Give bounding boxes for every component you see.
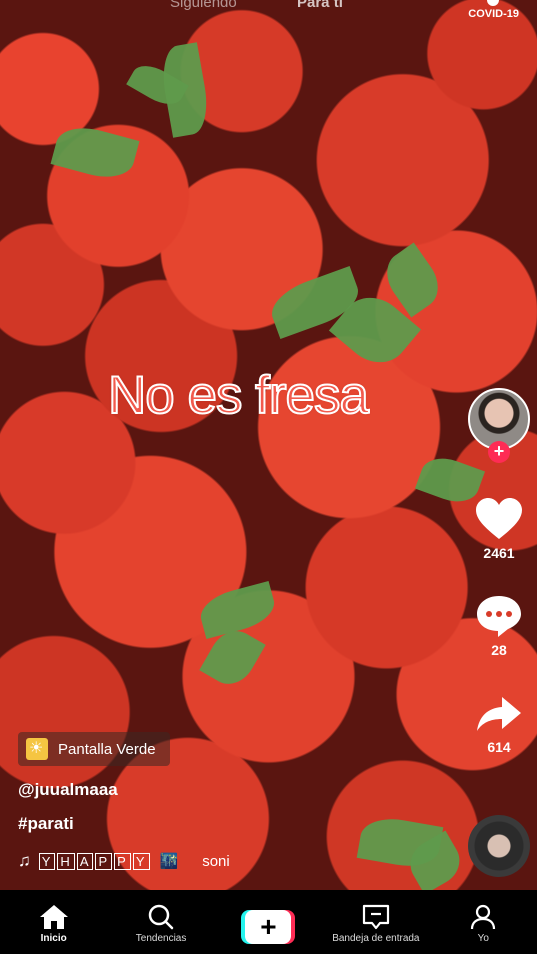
comment-icon (477, 596, 521, 637)
share-count: 614 (487, 739, 511, 755)
video-text-overlay: No es fresa (107, 365, 370, 426)
nav-inbox[interactable]: Bandeja de entrada (322, 890, 429, 944)
effect-icon (26, 738, 48, 760)
music-note-icon: ♫ (18, 851, 31, 870)
music-scroll-text: soni (202, 852, 230, 870)
covid-icon[interactable] (487, 0, 499, 6)
nav-create[interactable]: + (215, 890, 322, 944)
plus-icon: + (245, 910, 292, 944)
effect-label: Pantalla Verde (58, 740, 156, 758)
music-info[interactable]: ♫ YHAPPY 🌃 soni (18, 851, 230, 871)
follow-plus-button[interactable]: + (488, 441, 510, 463)
nav-home[interactable]: Inicio (0, 890, 107, 944)
nav-profile-label: Yo (477, 933, 489, 944)
hashtag-link[interactable]: #parati (18, 814, 74, 834)
comment-count: 28 (491, 642, 507, 658)
covid-info-link[interactable]: COVID-19 (468, 8, 519, 20)
creator-username[interactable]: @juualmaaa (18, 780, 118, 800)
inbox-icon (362, 904, 389, 930)
comment-button[interactable]: 28 (466, 594, 532, 658)
music-disc[interactable] (468, 815, 530, 877)
strawberry-leaf (50, 120, 140, 185)
effect-chip[interactable]: Pantalla Verde (18, 732, 170, 766)
search-icon (148, 904, 174, 930)
nav-inbox-label: Bandeja de entrada (332, 933, 420, 944)
nav-discover[interactable]: Tendencias (108, 890, 215, 944)
profile-icon (471, 904, 496, 930)
like-count: 2461 (483, 545, 515, 561)
music-title: YHAPPY (38, 852, 152, 870)
tab-for-you[interactable]: Para ti (297, 0, 343, 11)
bottom-nav: Inicio Tendencias + Bandeja de entrada Y… (0, 890, 537, 954)
share-button[interactable]: 614 (466, 695, 532, 755)
heart-icon (476, 498, 522, 539)
share-arrow-icon (477, 697, 521, 731)
nav-home-label: Inicio (40, 933, 67, 944)
top-feed-tabs: Siguiendo Para ti COVID-19 (0, 0, 537, 28)
like-button[interactable]: 2461 (466, 497, 532, 561)
emoji-icon: 🌃 (159, 853, 179, 870)
home-icon (39, 905, 68, 929)
tab-following[interactable]: Siguiendo (170, 0, 237, 11)
nav-discover-label: Tendencias (135, 933, 187, 944)
create-button[interactable]: + (241, 910, 296, 944)
nav-profile[interactable]: Yo (430, 890, 537, 944)
